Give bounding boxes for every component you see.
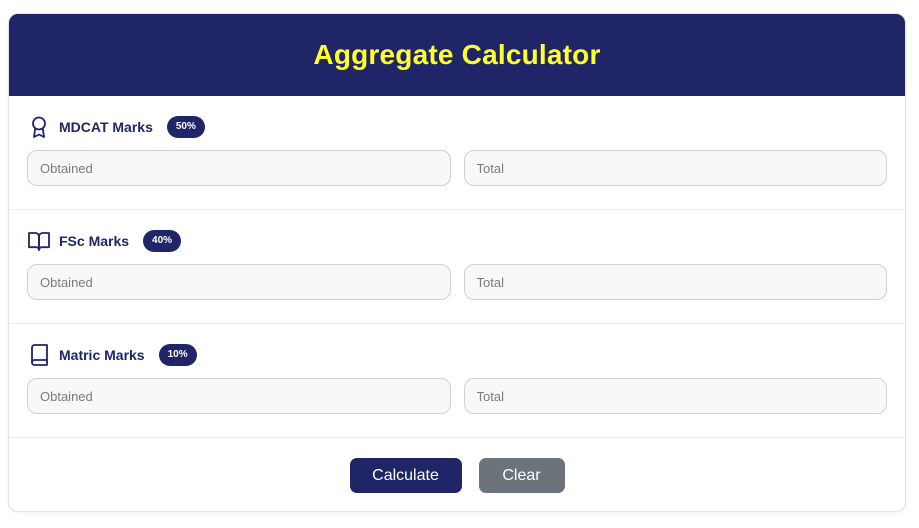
weight-badge: 10% [158, 344, 197, 366]
section-matric: Matric Marks 10% [9, 324, 905, 438]
section-fsc: FSc Marks 40% [9, 210, 905, 324]
section-head: FSc Marks 40% [27, 228, 887, 254]
mdcat-total-input[interactable] [463, 150, 887, 186]
weight-badge: 40% [143, 230, 182, 252]
weight-badge: 50% [166, 116, 205, 138]
fsc-obtained-input[interactable] [27, 264, 451, 300]
header-bar: Aggregate Calculator [9, 14, 905, 96]
section-label: Matric Marks [59, 347, 145, 363]
matric-total-input[interactable] [463, 378, 887, 414]
page-title: Aggregate Calculator [313, 39, 601, 70]
open-book-icon [27, 229, 51, 253]
award-ribbon-icon [27, 115, 51, 139]
section-head: Matric Marks 10% [27, 342, 887, 368]
actions-bar: Calculate Clear [9, 438, 905, 511]
section-label: MDCAT Marks [59, 119, 153, 135]
calculator-card: Aggregate Calculator MDCAT Marks 50% Obt… [8, 13, 906, 512]
section-head: MDCAT Marks 50% [27, 114, 887, 140]
fsc-total-input[interactable] [463, 264, 887, 300]
section-mdcat: MDCAT Marks 50% [9, 96, 905, 210]
mdcat-obtained-input[interactable] [27, 150, 451, 186]
closed-book-icon [27, 343, 51, 367]
calculate-button[interactable]: Calculate [349, 458, 462, 493]
matric-obtained-input[interactable] [27, 378, 451, 414]
section-label: FSc Marks [59, 233, 130, 249]
clear-button[interactable]: Clear [478, 458, 565, 493]
